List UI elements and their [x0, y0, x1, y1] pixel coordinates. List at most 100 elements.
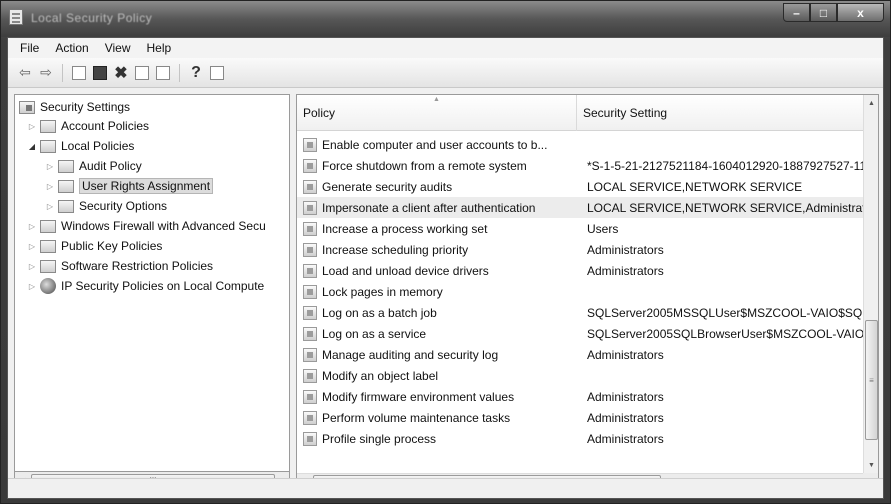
security-setting-value: LOCAL SERVICE,NETWORK SERVICE,Administra…: [587, 200, 863, 215]
table-row[interactable]: Increase scheduling priority Administrato…: [297, 239, 863, 260]
forward-arrow-icon[interactable]: ⇨: [37, 64, 55, 82]
policy-list-pane: Policy ▲ Security Setting Enable compute…: [296, 94, 879, 489]
security-setting-value: Administrators: [587, 242, 664, 257]
tree-pane[interactable]: Security Settings ▷ Account Policies ◢ L…: [14, 94, 290, 472]
table-row[interactable]: Lock pages in memory: [297, 281, 863, 302]
collapse-arrow-icon[interactable]: ◢: [27, 141, 37, 151]
tree-item-local-policies[interactable]: ◢ Local Policies: [27, 136, 134, 156]
policy-cell: Enable computer and user accounts to b..…: [303, 137, 579, 152]
table-row[interactable]: Log on as a service SQLServer2005SQLBrows…: [297, 323, 863, 344]
menu-bar: File Action View Help: [8, 38, 883, 58]
tree-item-audit-policy[interactable]: ▷ Audit Policy: [45, 156, 142, 176]
expand-arrow-icon[interactable]: ▷: [27, 221, 37, 231]
policy-name: Increase a process working set: [322, 221, 488, 236]
table-row[interactable]: Log on as a batch job SQLServer2005MSSQLU…: [297, 302, 863, 323]
policy-cell: Generate security audits: [303, 179, 579, 194]
table-row[interactable]: Modify firmware environment values Admini…: [297, 386, 863, 407]
expand-arrow-icon[interactable]: ▷: [27, 281, 37, 291]
table-row[interactable]: Generate security audits LOCAL SERVICE,NE…: [297, 176, 863, 197]
show-hide-tree-icon[interactable]: [91, 64, 109, 82]
policy-name: Increase scheduling priority: [322, 242, 469, 257]
tree-item-user-rights-assignment[interactable]: ▷ User Rights Assignment: [45, 176, 214, 196]
expand-arrow-icon[interactable]: ▷: [27, 241, 37, 251]
security-setting-value: *S-1-5-21-2127521184-1604012920-18879275…: [587, 158, 863, 173]
properties-icon[interactable]: [133, 64, 151, 82]
delete-icon[interactable]: ✖: [112, 64, 130, 82]
minimize-button[interactable]: –: [783, 3, 810, 22]
up-folder-icon[interactable]: [70, 64, 88, 82]
back-arrow-icon[interactable]: ⇦: [16, 64, 34, 82]
scroll-thumb[interactable]: ≡: [865, 320, 878, 440]
scroll-up-arrow-icon[interactable]: ▲: [866, 97, 877, 109]
menu-view[interactable]: View: [97, 41, 139, 55]
policy-name: Log on as a service: [322, 326, 427, 341]
app-icon[interactable]: [9, 9, 23, 25]
policy-name: Enable computer and user accounts to b..…: [322, 137, 548, 152]
expand-arrow-icon[interactable]: ▷: [27, 121, 37, 131]
expand-arrow-icon[interactable]: ▷: [45, 181, 55, 191]
window-title: Local Security Policy: [31, 11, 153, 25]
column-header-security-setting[interactable]: Security Setting: [577, 95, 863, 131]
security-setting-value: LOCAL SERVICE,NETWORK SERVICE: [587, 179, 803, 194]
table-row[interactable]: Load and unload device drivers Administra…: [297, 260, 863, 281]
tree-item-security-options[interactable]: ▷ Security Options: [45, 196, 167, 216]
client-area: File Action View Help ⇦ ⇨ ✖ ? Security S…: [7, 37, 884, 499]
folder-icon: [40, 239, 56, 253]
menu-file[interactable]: File: [12, 41, 47, 55]
expand-arrow-icon[interactable]: ▷: [27, 261, 37, 271]
tree-item-windows-firewall[interactable]: ▷ Windows Firewall with Advanced Secu: [27, 216, 266, 236]
table-row[interactable]: Increase a process working set Users: [297, 218, 863, 239]
policy-icon: [303, 137, 317, 152]
folder-icon: [40, 119, 56, 133]
table-row[interactable]: Impersonate a client after authenticatio…: [297, 197, 863, 218]
policy-icon: [303, 179, 317, 194]
table-row[interactable]: Profile single process Administrators: [297, 428, 863, 449]
security-setting-value: SQLServer2005MSSQLUser$MSZCOOL-VAIO$SQLI: [587, 305, 863, 320]
tree-item-software-restriction[interactable]: ▷ Software Restriction Policies: [27, 256, 213, 276]
title-bar[interactable]: Local Security Policy – □ x: [1, 1, 890, 37]
policy-name: Modify firmware environment values: [322, 389, 515, 404]
policy-cell: Perform volume maintenance tasks: [303, 410, 579, 425]
menu-help[interactable]: Help: [139, 41, 180, 55]
folder-icon: [58, 179, 74, 193]
column-header-label: Security Setting: [583, 106, 668, 120]
expand-arrow-icon[interactable]: ▷: [45, 161, 55, 171]
list-header: Policy ▲ Security Setting: [297, 95, 863, 131]
security-setting-value: SQLServer2005SQLBrowserUser$MSZCOOL-VAIO…: [587, 326, 863, 341]
maximize-button[interactable]: □: [810, 3, 837, 22]
tree-item-ip-security[interactable]: ▷ IP Security Policies on Local Compute: [27, 276, 264, 296]
policy-icon: [303, 263, 317, 278]
scroll-down-arrow-icon[interactable]: ▼: [866, 459, 877, 471]
policy-cell: Impersonate a client after authenticatio…: [303, 200, 579, 215]
policy-cell: Modify firmware environment values: [303, 389, 579, 404]
policy-icon: [303, 200, 317, 215]
close-button[interactable]: x: [837, 3, 884, 22]
security-setting-value: Administrators: [587, 347, 664, 362]
policy-icon: [303, 326, 317, 341]
expand-arrow-icon[interactable]: ▷: [45, 201, 55, 211]
table-row[interactable]: Perform volume maintenance tasks Administ…: [297, 407, 863, 428]
tree-item-public-key-policies[interactable]: ▷ Public Key Policies: [27, 236, 162, 256]
list-vertical-scrollbar[interactable]: ▲ ≡ ▼: [863, 95, 878, 473]
tree-item-label: Audit Policy: [79, 159, 142, 173]
table-row[interactable]: Force shutdown from a remote system *S-1-…: [297, 155, 863, 176]
folder-icon: [40, 219, 56, 233]
export-list-icon[interactable]: [154, 64, 172, 82]
policy-cell: Manage auditing and security log: [303, 347, 579, 362]
table-row[interactable]: Enable computer and user accounts to b..…: [297, 134, 863, 155]
policy-icon: [303, 284, 317, 299]
policy-name: Log on as a batch job: [322, 305, 437, 320]
table-row[interactable]: Modify an object label: [297, 365, 863, 386]
tree-item-label: Windows Firewall with Advanced Secu: [61, 219, 266, 233]
console-tree-icon[interactable]: [208, 64, 226, 82]
security-setting-value: Administrators: [587, 410, 664, 425]
tree-root[interactable]: Security Settings: [19, 97, 130, 117]
table-row[interactable]: Manage auditing and security log Administ…: [297, 344, 863, 365]
policy-name: Perform volume maintenance tasks: [322, 410, 511, 425]
column-header-policy[interactable]: Policy ▲: [297, 95, 577, 131]
tree-item-account-policies[interactable]: ▷ Account Policies: [27, 116, 149, 136]
sort-ascending-icon: ▲: [433, 96, 440, 103]
menu-action[interactable]: Action: [47, 41, 96, 55]
policy-name: Profile single process: [322, 431, 437, 446]
help-icon[interactable]: ?: [187, 64, 205, 82]
